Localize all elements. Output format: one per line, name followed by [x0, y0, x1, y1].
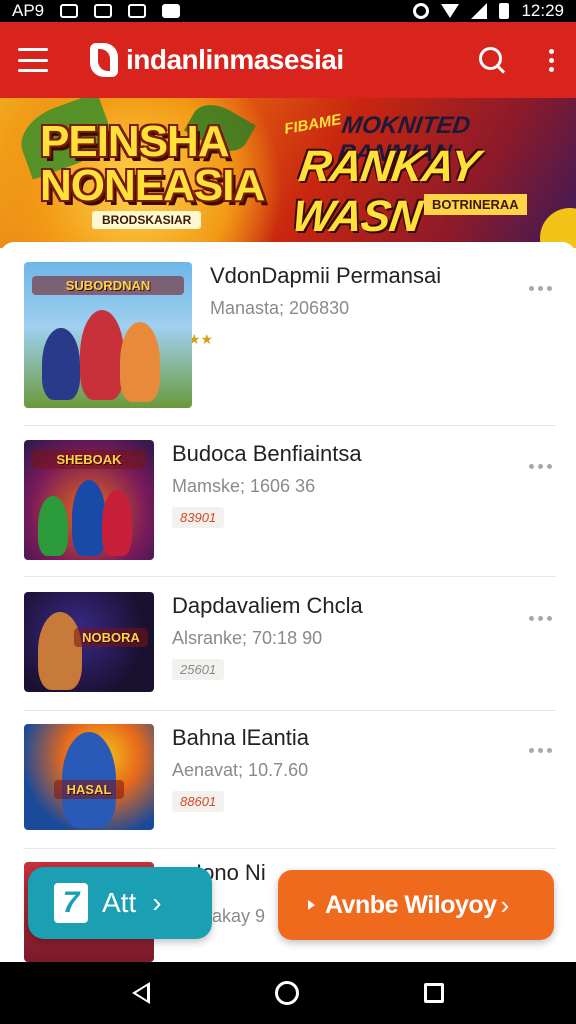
item-more-icon[interactable]: [529, 748, 552, 753]
status-bar: AP9 12:29: [0, 0, 576, 22]
game-thumbnail: NOBORA: [24, 592, 154, 692]
list-item[interactable]: SUBORDNAN VdonDapmii Permansai Manasta; …: [24, 262, 554, 408]
item-more-icon[interactable]: [529, 616, 552, 621]
recent-apps-icon[interactable]: [423, 983, 444, 1003]
status-right: 12:29: [413, 1, 564, 21]
item-meta: Dapdavaliem Chcla Alsranke; 70:18 90 256…: [172, 592, 554, 680]
battery-icon: [499, 3, 510, 19]
app-shortcut-icon: 7: [54, 883, 88, 923]
rating-stars-icon: ★★: [188, 331, 214, 347]
list-item[interactable]: NOBORA Dapdavaliem Chcla Alsranke; 70:18…: [24, 592, 554, 692]
game-thumbnail: SHEBOAK: [24, 440, 154, 560]
home-icon[interactable]: [274, 981, 299, 1005]
menu-icon[interactable]: [18, 48, 48, 72]
play-icon: [308, 900, 315, 910]
divider: [24, 848, 556, 849]
item-meta: VdonDapmii Permansai Manasta; 206830 ★★: [188, 262, 554, 348]
system-nav-bar: [0, 962, 576, 1024]
thumbnail-word: NOBORA: [74, 628, 148, 647]
app-title: indanlinmasesiai: [126, 44, 344, 75]
app-bar: indanlinmasesiai: [0, 22, 576, 98]
notification-icon: [60, 4, 79, 18]
item-title: Dapdavaliem Chcla: [172, 593, 363, 618]
item-more-icon[interactable]: [529, 464, 552, 469]
primary-action-label: Avnbe Wiloyoy: [325, 890, 497, 919]
home-notification-icon: [128, 4, 147, 18]
item-subtitle: Alsranke; 70:18 90: [172, 628, 323, 648]
thumbnail-word: HASAL: [54, 780, 124, 799]
banner-left-subtitle: BRODSKASIAR: [92, 211, 202, 229]
chevron-right-icon: ›: [152, 887, 162, 918]
signal-icon: [471, 3, 488, 19]
thumbnail-word: SUBORDNAN: [32, 276, 184, 295]
settings-status-icon: [413, 3, 430, 19]
chevron-right-icon: ›: [500, 889, 510, 920]
item-badge: 25601: [172, 659, 225, 680]
primary-action-button[interactable]: Avnbe Wiloyoy ›: [278, 870, 554, 940]
promo-banner[interactable]: PEINSHA NONEASIA BRODSKASIAR FIBAME MOKN…: [0, 98, 576, 248]
banner-right-badge: BOTRINERAA: [424, 194, 527, 215]
item-badge: 88601: [172, 791, 225, 812]
game-thumbnail: HASAL: [24, 724, 154, 830]
item-subtitle: Mamske; 1606 36: [172, 476, 316, 496]
wifi-icon: [441, 4, 460, 18]
search-icon[interactable]: [479, 47, 505, 73]
item-meta: Budoca Benfiaintsa Mamske; 1606 36 83901: [172, 440, 554, 528]
divider: [24, 576, 556, 577]
item-badge: 83901: [172, 507, 225, 528]
list-item[interactable]: HASAL Bahna lEantia Aenavat; 10.7.60 886…: [24, 724, 554, 830]
divider: [24, 710, 556, 711]
briefcase-icon: [162, 4, 181, 18]
game-list-card: SUBORDNAN VdonDapmii Permansai Manasta; …: [0, 242, 576, 962]
banner-left-title: PEINSHA NONEASIA: [40, 117, 265, 210]
peek-item-subtitle: akay 9: [212, 906, 266, 926]
divider: [24, 425, 556, 426]
item-subtitle: Aenavat; 10.7.60: [172, 760, 309, 780]
send-icon: [94, 4, 113, 18]
item-more-icon[interactable]: [529, 286, 552, 291]
item-title: VdonDapmii Permansai: [210, 263, 442, 288]
app-logo-icon: [90, 43, 118, 77]
item-meta: Bahna lEantia Aenavat; 10.7.60 88601: [172, 724, 554, 812]
back-icon[interactable]: [132, 982, 151, 1004]
game-thumbnail: SUBORDNAN: [24, 262, 192, 408]
item-title: Bahna lEantia: [172, 725, 309, 750]
app-shortcut-button[interactable]: 7 Att ›: [28, 867, 212, 939]
overflow-menu-icon[interactable]: [545, 48, 558, 72]
status-left: AP9: [12, 1, 181, 21]
list-item[interactable]: SHEBOAK Budoca Benfiaintsa Mamske; 1606 …: [24, 440, 554, 560]
thumbnail-word: SHEBOAK: [32, 450, 146, 469]
item-subtitle: Manasta; 206830: [210, 298, 350, 318]
app-shortcut-label: Att: [102, 887, 137, 918]
clock: 12:29: [521, 1, 564, 20]
carrier-label: AP9: [12, 1, 45, 20]
item-title: Budoca Benfiaintsa: [172, 441, 362, 466]
banner-right-line2: RANKAY WASN: [289, 142, 482, 241]
